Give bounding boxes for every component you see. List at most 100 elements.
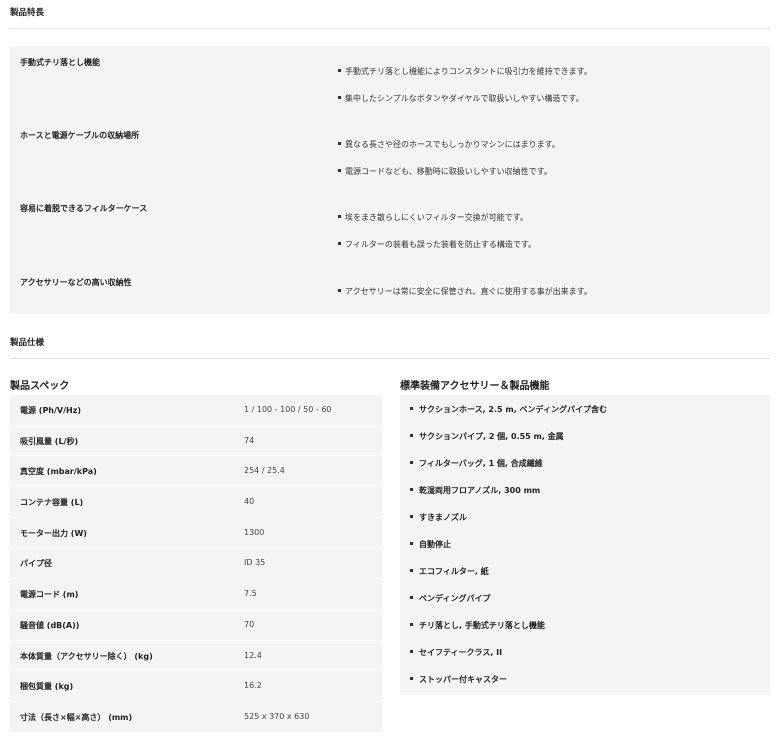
feature-bullet: フィルターの装着も誤った装着を防止する構造です。 xyxy=(338,239,536,250)
accessory-item: ベンディングパイプ xyxy=(410,593,490,604)
bullet-icon xyxy=(338,142,341,145)
accessory-item: チリ落とし, 手動式チリ落とし機能 xyxy=(410,620,545,631)
spec-row: 電源コード (m) 7.5 xyxy=(10,579,382,610)
spec-row: 電源 (Ph/V/Hz) 1 / 100 - 100 / 50 - 60 xyxy=(10,395,382,426)
feature-name: ホースと電源ケーブルの収納場所 xyxy=(20,131,140,140)
accessory-text: チリ落とし, 手動式チリ落とし機能 xyxy=(419,621,545,630)
accessory-text: ベンディングパイプ xyxy=(419,594,491,603)
feature-bullet: 手動式チリ落とし機能によりコンスタントに吸引力を維持できます。 xyxy=(338,66,592,77)
spec-label: 梱包質量 (kg) xyxy=(20,682,74,692)
features-title: 製品特長 xyxy=(10,8,45,18)
accessories-heading: 標準装備アクセサリー＆製品機能 xyxy=(400,381,550,392)
spec-label: パイプ径 xyxy=(20,559,52,569)
features-divider xyxy=(10,28,770,29)
bullet-icon xyxy=(338,215,341,218)
accessories-list: サクションホース, 2.5 m, ベンディングパイプ含む サクションパイプ, 2… xyxy=(400,395,770,695)
accessory-text: エコフィルター, 紙 xyxy=(419,567,489,576)
spec-label: 真空度 (mbar/kPa) xyxy=(20,467,97,477)
spec-label: モーター出力 (W) xyxy=(20,528,87,538)
spec-label: コンテナ容量 (L) xyxy=(20,498,84,508)
accessory-item: サクションホース, 2.5 m, ベンディングパイプ含む xyxy=(410,404,607,415)
feature-bullet-text: 異なる長さや径のホースでもしっかりマシンにはまります。 xyxy=(345,140,560,149)
spec-row: 寸法（長さ×幅×高さ） (mm) 525 x 370 x 630 xyxy=(10,701,382,733)
spec-row: パイプ径 ID 35 xyxy=(10,548,382,580)
accessory-item: ストッパー付キャスター xyxy=(410,674,507,685)
spec-row: モーター出力 (W) 1300 xyxy=(10,517,382,549)
feature-bullet: 埃をまき散らしにくいフィルター交換が可能です。 xyxy=(338,212,528,223)
bullet-icon xyxy=(410,596,413,599)
accessory-text: サクションホース, 2.5 m, ベンディングパイプ含む xyxy=(419,405,607,414)
spec-value: 70 xyxy=(244,619,255,629)
spec-row: コンテナ容量 (L) 40 xyxy=(10,487,382,518)
accessory-item: 乾湿両用フロアノズル, 300 mm xyxy=(410,485,540,496)
spec-label: 本体質量（アクセサリー除く） (kg) xyxy=(20,651,153,661)
specs-divider xyxy=(10,358,770,359)
bullet-icon xyxy=(410,677,413,680)
feature-bullet-text: 集中したシンプルなボタンやダイヤルで取扱いしやすい構造です。 xyxy=(345,94,584,103)
spec-heading: 製品スペック xyxy=(10,381,70,392)
bullet-icon xyxy=(410,407,413,410)
spec-value: 16.2 xyxy=(244,681,262,691)
bullet-icon xyxy=(410,488,413,491)
spec-value: ID 35 xyxy=(244,558,266,568)
bullet-icon xyxy=(410,542,413,545)
accessory-item: すきまノズル xyxy=(410,512,467,523)
features-panel: 手動式チリ落とし機能 手動式チリ落とし機能によりコンスタントに吸引力を維持できま… xyxy=(10,46,770,314)
specs-title: 製品仕様 xyxy=(10,338,45,348)
feature-name: 手動式チリ落とし機能 xyxy=(20,58,100,67)
bullet-icon xyxy=(410,569,413,572)
spec-label: 電源 (Ph/V/Hz) xyxy=(20,406,82,415)
spec-label: 寸法（長さ×幅×高さ） (mm) xyxy=(20,712,133,722)
feature-bullet: 集中したシンプルなボタンやダイヤルで取扱いしやすい構造です。 xyxy=(338,93,584,104)
accessory-text: ストッパー付キャスター xyxy=(419,675,507,684)
spec-value: 1300 xyxy=(244,527,265,537)
feature-name: アクセサリーなどの高い収納性 xyxy=(20,278,132,287)
accessory-text: サクションパイプ, 2 個, 0.55 m, 金属 xyxy=(419,432,564,441)
spec-row: 梱包質量 (kg) 16.2 xyxy=(10,671,382,702)
feature-bullet: 電源コードなども、移動時に取扱いしやすい収納性です。 xyxy=(338,166,552,177)
accessory-text: セイフティークラス, II xyxy=(419,648,503,657)
feature-bullet-text: 電源コードなども、移動時に取扱いしやすい収納性です。 xyxy=(345,167,552,176)
spec-value: 1 / 100 - 100 / 50 - 60 xyxy=(244,405,332,414)
spec-value: 12.4 xyxy=(244,650,262,660)
bullet-icon xyxy=(338,96,341,99)
bullet-icon xyxy=(410,650,413,653)
spec-row: 吸引風量 (L/秒) 74 xyxy=(10,425,382,457)
spec-value: 74 xyxy=(244,435,255,445)
bullet-icon xyxy=(410,623,413,626)
bullet-icon xyxy=(338,69,341,72)
bullet-icon xyxy=(338,289,341,292)
bullet-icon xyxy=(410,461,413,464)
bullet-icon xyxy=(410,434,413,437)
feature-bullet-text: 手動式チリ落とし機能によりコンスタントに吸引力を維持できます。 xyxy=(345,67,592,76)
accessory-text: 自動停止 xyxy=(419,540,451,549)
feature-bullet-text: フィルターの装着も誤った装着を防止する構造です。 xyxy=(345,240,537,249)
feature-name: 容易に着脱できるフィルターケース xyxy=(20,204,148,213)
spec-value: 40 xyxy=(244,497,255,507)
spec-row: 真空度 (mbar/kPa) 254 / 25.4 xyxy=(10,456,382,488)
accessory-text: 乾湿両用フロアノズル, 300 mm xyxy=(419,486,541,495)
accessory-item: フィルターバッグ, 1 個, 合成繊維 xyxy=(410,458,543,469)
accessory-item: 自動停止 xyxy=(410,539,451,550)
accessory-item: セイフティークラス, II xyxy=(410,647,502,658)
feature-bullet: 異なる長さや径のホースでもしっかりマシンにはまります。 xyxy=(338,139,560,150)
spec-value: 7.5 xyxy=(244,589,257,599)
spec-label: 吸引風量 (L/秒) xyxy=(20,436,79,446)
accessory-text: すきまノズル xyxy=(419,513,467,522)
spec-value: 525 x 370 x 630 xyxy=(244,711,310,721)
feature-bullet: アクセサリーは常に安全に保管され、直ぐに使用する事が出来ます。 xyxy=(338,286,592,297)
spec-label: 電源コード (m) xyxy=(20,590,79,600)
spec-row: 騒音値 (dB(A)) 70 xyxy=(10,609,382,641)
spec-row: 本体質量（アクセサリー除く） (kg) 12.4 xyxy=(10,640,382,672)
accessory-item: エコフィルター, 紙 xyxy=(410,566,489,577)
accessory-item: サクションパイプ, 2 個, 0.55 m, 金属 xyxy=(410,431,564,442)
accessory-text: フィルターバッグ, 1 個, 合成繊維 xyxy=(419,459,543,468)
spec-label: 騒音値 (dB(A)) xyxy=(20,620,80,630)
spec-table: 電源 (Ph/V/Hz) 1 / 100 - 100 / 50 - 60 吸引風量… xyxy=(10,395,382,733)
bullet-icon xyxy=(410,515,413,518)
feature-bullet-text: アクセサリーは常に安全に保管され、直ぐに使用する事が出来ます。 xyxy=(345,287,592,296)
spec-value: 254 / 25.4 xyxy=(244,466,285,476)
feature-bullet-text: 埃をまき散らしにくいフィルター交換が可能です。 xyxy=(345,213,528,222)
bullet-icon xyxy=(338,169,341,172)
bullet-icon xyxy=(338,242,341,245)
